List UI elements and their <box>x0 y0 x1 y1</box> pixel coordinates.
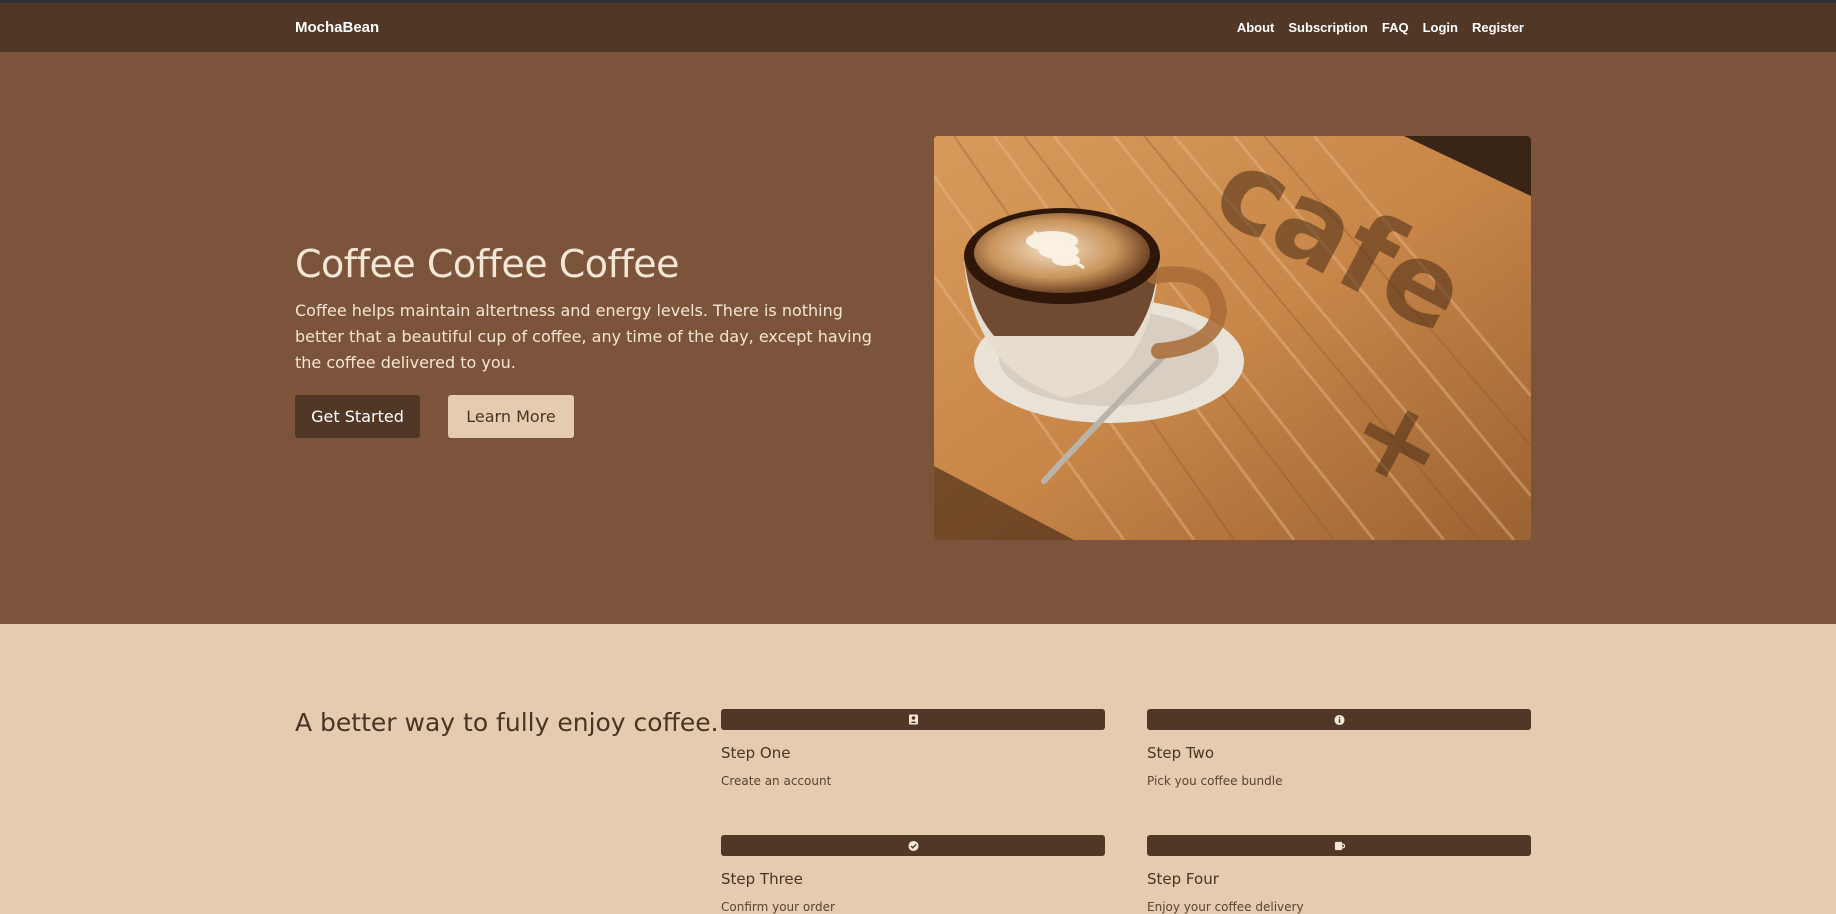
step-bar <box>1147 835 1531 856</box>
step-title: Step One <box>721 744 791 762</box>
step-card-three: Step Three Confirm your order <box>721 835 1105 914</box>
nav-links: About Subscription FAQ Login Register <box>1237 20 1524 35</box>
hero-section: Coffee Coffee Coffee Coffee helps mainta… <box>0 52 1836 624</box>
info-icon <box>1333 714 1345 725</box>
hero-description: Coffee helps maintain altertness and ene… <box>295 301 872 372</box>
nav-link-login[interactable]: Login <box>1423 20 1458 35</box>
nav-link-register[interactable]: Register <box>1472 20 1524 35</box>
step-description: Pick you coffee bundle <box>1147 774 1283 788</box>
step-card-four: Step Four Enjoy your coffee delivery <box>1147 835 1531 914</box>
step-description: Create an account <box>721 774 832 788</box>
navbar: MochaBean About Subscription FAQ Login R… <box>0 3 1836 52</box>
features-title: A better way to fully enjoy coffee. <box>295 708 719 737</box>
nav-link-faq[interactable]: FAQ <box>1382 20 1409 35</box>
step-bar <box>1147 709 1531 730</box>
learn-more-button[interactable]: Learn More <box>448 395 574 438</box>
step-title: Step Three <box>721 870 803 888</box>
step-bar <box>721 709 1105 730</box>
account-icon <box>908 714 919 725</box>
latte-cup-illustration: cafe + <box>934 136 1531 540</box>
step-title: Step Four <box>1147 870 1219 888</box>
nav-link-subscription[interactable]: Subscription <box>1288 20 1367 35</box>
step-card-one: Step One Create an account <box>721 709 1105 788</box>
step-bar <box>721 835 1105 856</box>
step-description: Confirm your order <box>721 900 835 914</box>
step-card-two: Step Two Pick you coffee bundle <box>1147 709 1531 788</box>
hero-coffee-image: cafe + <box>934 136 1531 540</box>
check-icon <box>907 840 919 851</box>
brand-logo[interactable]: MochaBean <box>295 19 379 36</box>
hero-title: Coffee Coffee Coffee <box>295 242 680 286</box>
mug-icon <box>1334 840 1345 851</box>
step-title: Step Two <box>1147 744 1215 762</box>
nav-link-about[interactable]: About <box>1237 20 1275 35</box>
get-started-button[interactable]: Get Started <box>295 395 420 438</box>
step-description: Enjoy your coffee delivery <box>1147 900 1304 914</box>
features-section: A better way to fully enjoy coffee. Step… <box>0 624 1836 914</box>
